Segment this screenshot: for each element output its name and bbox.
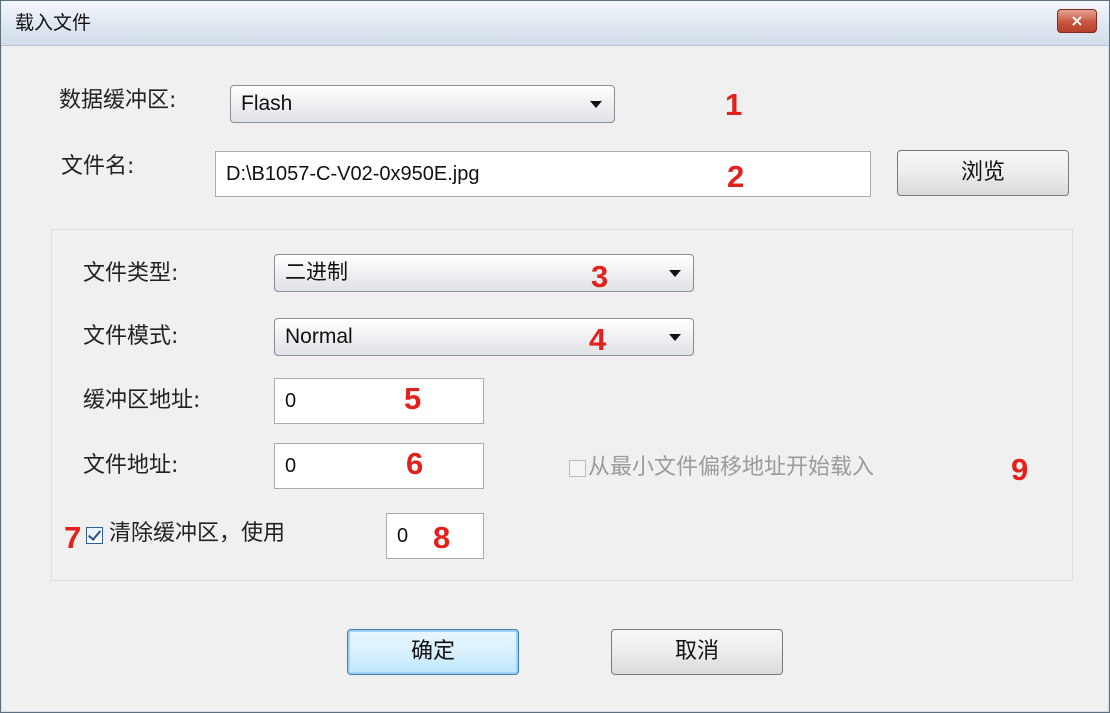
marker-9: 9: [1011, 452, 1029, 487]
close-button[interactable]: ×: [1057, 9, 1097, 33]
chevron-down-icon: [669, 270, 681, 277]
marker-6: 6: [406, 446, 424, 481]
title-bar: 载入文件 ×: [1, 1, 1109, 46]
ok-button[interactable]: 确定: [347, 629, 519, 675]
marker-2: 2: [727, 159, 745, 194]
buffer-select[interactable]: Flash: [230, 85, 615, 123]
buffer-address-value: 0: [285, 390, 297, 412]
file-type-value: 二进制: [285, 261, 348, 284]
file-mode-value: Normal: [285, 325, 353, 348]
marker-4: 4: [589, 322, 607, 357]
file-mode-label: 文件模式:: [83, 324, 179, 349]
load-file-dialog: 载入文件 × 数据缓冲区: Flash 1 文件名: D:\B1057-C-V0…: [0, 0, 1110, 713]
chevron-down-icon: [590, 101, 602, 108]
file-address-label: 文件地址:: [83, 453, 179, 478]
marker-1: 1: [725, 87, 743, 122]
browse-button[interactable]: 浏览: [897, 150, 1069, 196]
marker-7: 7: [64, 520, 82, 555]
min-offset-label: 从最小文件偏移地址开始载入: [588, 455, 875, 480]
filename-value: D:\B1057-C-V02-0x950E.jpg: [226, 163, 480, 185]
file-address-input[interactable]: 0: [274, 443, 484, 489]
file-type-label: 文件类型:: [83, 261, 179, 286]
marker-8: 8: [433, 520, 451, 555]
cancel-button[interactable]: 取消: [611, 629, 783, 675]
buffer-address-input[interactable]: 0: [274, 378, 484, 424]
clear-value: 0: [397, 525, 409, 547]
file-mode-select[interactable]: Normal: [274, 318, 694, 356]
buffer-label: 数据缓冲区:: [59, 88, 177, 113]
close-icon: ×: [1070, 11, 1084, 30]
chevron-down-icon: [669, 334, 681, 341]
marker-5: 5: [404, 381, 422, 416]
clear-buffer-checkbox[interactable]: [86, 527, 103, 544]
filename-input[interactable]: D:\B1057-C-V02-0x950E.jpg: [215, 151, 871, 197]
clear-buffer-label: 清除缓冲区，使用: [109, 521, 286, 546]
file-type-select[interactable]: 二进制: [274, 254, 694, 292]
filename-label: 文件名:: [61, 154, 135, 179]
file-address-value: 0: [285, 455, 297, 477]
buffer-address-label: 缓冲区地址:: [83, 388, 201, 413]
dialog-title: 载入文件: [15, 12, 92, 34]
buffer-select-value: Flash: [241, 92, 293, 115]
min-offset-checkbox[interactable]: [569, 460, 586, 477]
marker-3: 3: [591, 259, 609, 294]
